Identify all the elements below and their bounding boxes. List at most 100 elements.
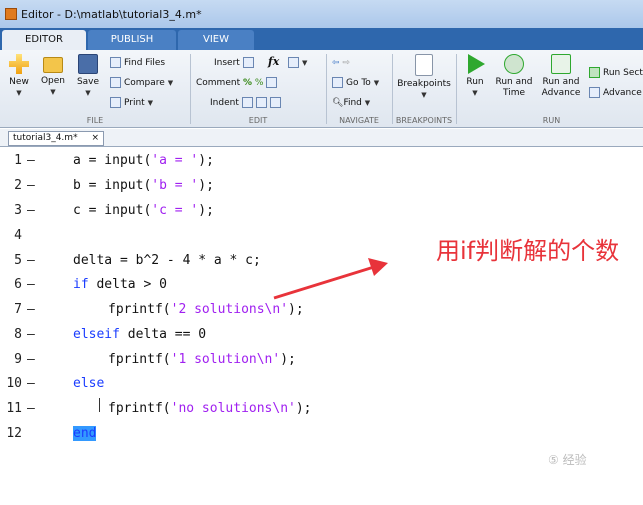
printer-icon <box>110 97 121 108</box>
code-line-3[interactable]: c = input('c = '); <box>73 203 214 218</box>
ribbon-tab-strip: EDITOR PUBLISH VIEW <box>0 28 643 50</box>
print-button[interactable]: Print ▼ <box>110 96 153 110</box>
line-number: 11 <box>6 401 22 416</box>
run-and-time-button[interactable]: Run and Time <box>494 54 534 99</box>
matlab-editor-icon <box>5 8 17 20</box>
chevron-down-icon: ▼ <box>167 79 174 87</box>
run-play-icon <box>468 54 485 74</box>
find-button[interactable]: 🔍︎Find ▼ <box>332 96 370 110</box>
insert-function-button[interactable]: fx <box>268 55 279 69</box>
file-tab-tutorial3-4[interactable]: tutorial3_4.m* × <box>8 131 104 146</box>
new-plus-icon <box>9 54 29 74</box>
watermark: ⑤ 经验 <box>548 453 587 467</box>
code-line-5[interactable]: delta = b^2 - 4 * a * c; <box>73 253 261 268</box>
executable-line-marker[interactable]: — <box>27 302 37 317</box>
insert-button[interactable]: Insert <box>214 56 257 70</box>
arrow-right-icon: ⇨ <box>342 58 350 68</box>
code-line-11[interactable]: fprintf('no solutions\n'); <box>108 401 312 416</box>
insert-icon <box>242 57 254 68</box>
chevron-down-icon: ▼ <box>373 79 380 87</box>
line-number: 12 <box>6 426 22 441</box>
uncomment-icon: % <box>254 78 264 88</box>
group-label-file: FILE <box>86 116 104 125</box>
file-tab-label: tutorial3_4.m* <box>13 133 78 143</box>
executable-line-marker[interactable]: — <box>27 153 37 168</box>
window-titlebar: Editor - D:\matlab\tutorial3_4.m* <box>0 0 643 30</box>
run-and-advance-button[interactable]: Run and Advance <box>540 54 582 99</box>
chevron-down-icon: ▼ <box>85 89 91 97</box>
executable-line-marker[interactable]: — <box>27 253 37 268</box>
ribbon-toolbar: New ▼ Open ▼ Save ▼ Find Files Compare ▼ Pr… <box>0 50 643 128</box>
line-number: 5 <box>14 253 22 268</box>
code-line-7[interactable]: fprintf('2 solutions\n'); <box>108 302 304 317</box>
advance-button[interactable]: Advance <box>589 86 643 100</box>
smart-indent-icon <box>241 97 253 108</box>
run-section-button[interactable]: Run Secti <box>589 66 643 80</box>
executable-line-marker[interactable]: — <box>27 352 37 367</box>
executable-line-marker[interactable]: — <box>27 327 37 342</box>
code-line-6[interactable]: if delta > 0 <box>73 277 167 292</box>
executable-line-marker[interactable]: — <box>27 277 37 292</box>
arrow-left-icon: ⇦ <box>332 58 340 68</box>
comment-button[interactable]: Comment % % <box>196 76 280 90</box>
code-line-8[interactable]: elseif delta == 0 <box>73 327 206 342</box>
open-button[interactable]: Open ▼ <box>38 54 68 98</box>
document-tab-bar: tutorial3_4.m* × <box>0 129 643 147</box>
compare-button[interactable]: Compare ▼ <box>110 76 173 90</box>
go-to-icon <box>332 77 343 88</box>
advance-icon <box>589 87 600 98</box>
chevron-down-icon: ▼ <box>421 91 427 99</box>
go-to-button[interactable]: Go To ▼ <box>332 76 379 90</box>
decrease-indent-icon <box>269 97 281 108</box>
compare-icon <box>110 77 121 88</box>
line-number: 10 <box>6 376 22 391</box>
group-divider <box>326 54 327 124</box>
selected-text: end <box>73 426 97 441</box>
run-and-advance-icon <box>551 54 571 74</box>
chevron-down-icon: ▼ <box>472 89 478 97</box>
floppy-disk-icon <box>78 54 98 74</box>
executable-line-marker[interactable]: — <box>27 203 37 218</box>
executable-line-marker[interactable]: — <box>27 401 37 416</box>
find-files-icon <box>110 57 121 68</box>
code-line-10[interactable]: else <box>73 376 104 391</box>
group-label-navigate: NAVIGATE <box>339 116 379 125</box>
line-number: 3 <box>14 203 22 218</box>
indent-button[interactable]: Indent <box>210 96 284 110</box>
chevron-down-icon: ▼ <box>364 99 371 107</box>
save-button[interactable]: Save ▼ <box>74 54 102 99</box>
arrow-head <box>368 258 388 276</box>
tab-publish[interactable]: PUBLISH <box>88 30 176 50</box>
executable-line-marker[interactable]: — <box>27 376 37 391</box>
executable-line-marker[interactable]: — <box>27 178 37 193</box>
group-divider <box>456 54 457 124</box>
chevron-down-icon: ▼ <box>302 59 308 67</box>
close-icon[interactable]: × <box>91 132 99 145</box>
back-forward-buttons[interactable]: ⇦ ⇨ <box>332 56 350 70</box>
window-title: Editor - D:\matlab\tutorial3_4.m* <box>21 8 202 21</box>
run-button[interactable]: Run ▼ <box>462 54 488 99</box>
breakpoints-button[interactable]: Breakpoints ▼ <box>396 54 452 101</box>
line-number: 7 <box>14 302 22 317</box>
group-label-run: RUN <box>542 116 561 125</box>
group-label-breakpoints: BREAKPOINTS <box>395 116 453 125</box>
text-cursor-icon <box>99 398 101 412</box>
insert-section-button[interactable]: ▼ <box>288 56 307 70</box>
percent-comment-icon: % <box>242 78 253 88</box>
line-number-gutter: 1 2 3 4 5 6 7 8 9 10 11 12 — — — — — — —… <box>0 148 45 505</box>
tab-view[interactable]: VIEW <box>178 30 254 50</box>
code-line-9[interactable]: fprintf('1 solution\n'); <box>108 352 296 367</box>
chevron-down-icon: ▼ <box>50 88 56 96</box>
tab-editor[interactable]: EDITOR <box>2 30 86 50</box>
line-number: 9 <box>14 352 22 367</box>
group-divider <box>190 54 191 124</box>
increase-indent-icon <box>255 97 267 108</box>
code-editor[interactable]: 1 2 3 4 5 6 7 8 9 10 11 12 — — — — — — —… <box>0 148 643 505</box>
code-line-1[interactable]: a = input('a = '); <box>73 153 214 168</box>
code-line-12[interactable]: end <box>73 426 97 441</box>
new-button[interactable]: New ▼ <box>6 54 32 99</box>
code-line-2[interactable]: b = input('b = '); <box>73 178 214 193</box>
group-label-edit: EDIT <box>248 116 268 125</box>
group-divider <box>392 54 393 124</box>
find-files-button[interactable]: Find Files <box>110 56 165 70</box>
